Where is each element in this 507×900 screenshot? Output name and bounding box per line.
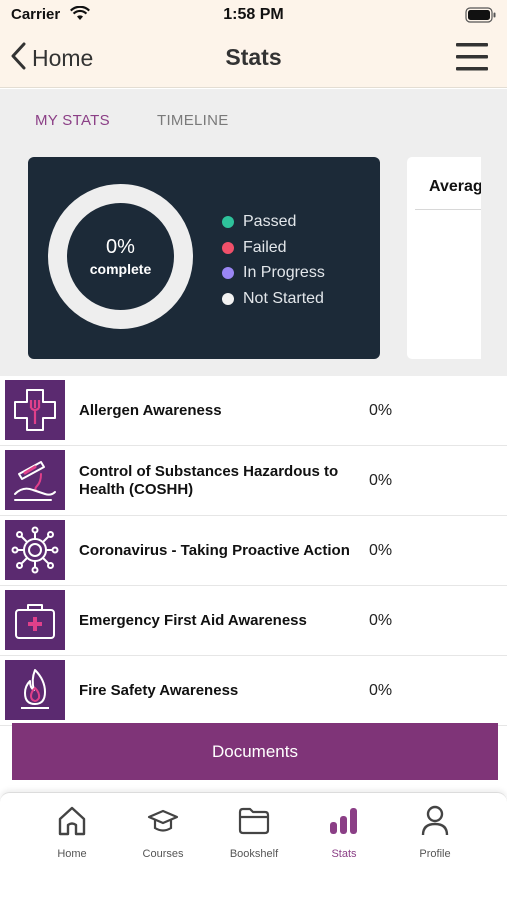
coronavirus-icon bbox=[5, 520, 65, 580]
tab-label: Bookshelf bbox=[229, 848, 279, 860]
course-row[interactable]: Emergency First Aid Awareness 0% bbox=[0, 586, 507, 656]
hamburger-menu-icon[interactable] bbox=[456, 41, 488, 73]
folder-icon bbox=[238, 807, 270, 835]
legend-item-not-started: Not Started bbox=[222, 286, 325, 312]
legend-item-in-progress: In Progress bbox=[222, 260, 325, 286]
course-row[interactable]: Coronavirus - Taking Proactive Action 0% bbox=[0, 516, 507, 586]
tab-label: Profile bbox=[419, 848, 451, 860]
battery-icon bbox=[465, 7, 497, 28]
legend-label: Failed bbox=[243, 238, 287, 256]
legend-label: Passed bbox=[243, 212, 297, 230]
graduation-cap-icon bbox=[147, 809, 179, 832]
legend-dot bbox=[222, 292, 234, 305]
status-bar: Carrier 1:58 PM bbox=[0, 0, 507, 30]
course-list: Allergen Awareness 0% Control of Substan… bbox=[0, 376, 507, 726]
course-percent: 0% bbox=[369, 472, 393, 489]
bar-chart-icon bbox=[330, 808, 357, 834]
first-aid-kit-icon bbox=[5, 590, 65, 650]
person-icon bbox=[421, 805, 449, 836]
legend-item-failed: Failed bbox=[222, 235, 325, 261]
legend-dot bbox=[222, 241, 234, 254]
tab-label: Courses bbox=[142, 848, 184, 860]
coshh-icon bbox=[5, 450, 65, 510]
tab-timeline[interactable]: TIMELINE bbox=[157, 112, 229, 129]
course-row[interactable]: Fire Safety Awareness 0% bbox=[0, 656, 507, 726]
allergen-icon bbox=[5, 380, 65, 440]
legend-item-passed: Passed bbox=[222, 209, 325, 235]
status-legend: Passed Failed In Progress Not Started bbox=[222, 209, 325, 312]
tab-courses[interactable]: Courses bbox=[123, 803, 203, 860]
course-percent: 0% bbox=[369, 402, 393, 419]
tab-bar: Home Courses Bookshelf Stats Profile bbox=[0, 792, 507, 900]
legend-label: In Progress bbox=[243, 264, 325, 282]
tab-stats[interactable]: Stats bbox=[304, 803, 384, 860]
fire-icon bbox=[5, 660, 65, 720]
course-title: Allergen Awareness bbox=[79, 402, 222, 419]
course-title: Coronavirus - Taking Proactive Action bbox=[79, 542, 350, 559]
completion-label: complete bbox=[89, 261, 152, 277]
average-card-title: Average bbox=[429, 178, 481, 195]
stats-panel: MY STATS TIMELINE 0% complete Passed Fai… bbox=[0, 89, 507, 377]
tab-profile[interactable]: Profile bbox=[395, 803, 475, 860]
navigation-bar: Home Stats bbox=[0, 30, 507, 88]
course-percent: 0% bbox=[369, 542, 393, 559]
home-icon bbox=[58, 806, 86, 836]
tab-my-stats[interactable]: MY STATS bbox=[35, 112, 110, 129]
course-percent: 0% bbox=[369, 612, 393, 629]
course-row[interactable]: Allergen Awareness 0% bbox=[0, 376, 507, 446]
divider bbox=[415, 209, 481, 210]
course-title: Fire Safety Awareness bbox=[79, 682, 239, 699]
course-title: Control of Substances Hazardous to Healt… bbox=[79, 463, 339, 498]
tab-home[interactable]: Home bbox=[32, 803, 112, 860]
completion-percent: 0% bbox=[106, 236, 135, 258]
tab-bookshelf[interactable]: Bookshelf bbox=[214, 803, 294, 860]
legend-dot bbox=[222, 267, 234, 280]
documents-button[interactable]: Documents bbox=[12, 723, 498, 780]
tab-label: Home bbox=[57, 848, 87, 860]
legend-dot bbox=[222, 215, 234, 228]
completion-card: 0% complete Passed Failed In Progress No… bbox=[28, 157, 380, 359]
course-percent: 0% bbox=[369, 682, 393, 699]
clock: 1:58 PM bbox=[223, 6, 284, 23]
average-card[interactable]: Average bbox=[407, 157, 481, 359]
course-title: Emergency First Aid Awareness bbox=[79, 612, 307, 629]
course-row[interactable]: Control of Substances Hazardous to Healt… bbox=[0, 446, 507, 516]
page-title: Stats bbox=[225, 44, 282, 70]
tab-label: Stats bbox=[331, 848, 357, 860]
legend-label: Not Started bbox=[243, 289, 324, 307]
